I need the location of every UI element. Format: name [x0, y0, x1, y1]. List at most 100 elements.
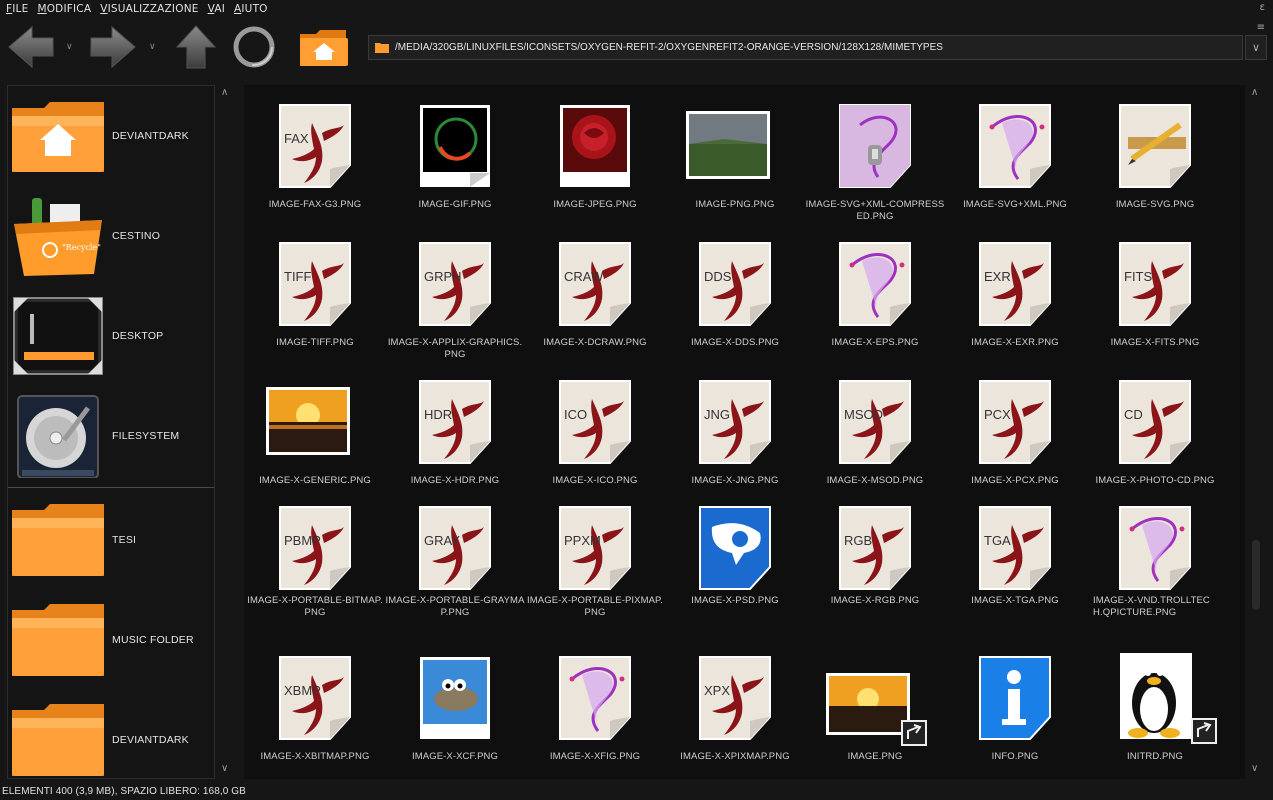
bird-file-icon: GRAY: [419, 506, 491, 590]
file-name: IMAGE-PNG.PNG: [695, 199, 775, 210]
location-bar[interactable]: /MEDIA/320GB/LINUXFILES/ICONSETS/OXYGEN-…: [368, 35, 1243, 60]
bird-file-icon: PCX: [979, 380, 1051, 464]
menu-file[interactable]: FILE: [6, 3, 28, 15]
file-name: IMAGE-FAX-G3.PNG: [268, 199, 362, 210]
bird-file-icon: TGA: [979, 506, 1051, 590]
place-music-folder[interactable]: MUSIC FOLDER: [8, 590, 214, 690]
scrollbar-thumb[interactable]: [1252, 540, 1260, 610]
places-scrollbar[interactable]: ∧ ∨: [218, 85, 235, 779]
sunset-link-file-icon: [826, 673, 927, 746]
svg-text:FAX: FAX: [284, 131, 309, 146]
folder-icon: [12, 604, 104, 676]
desktop-icon: [13, 297, 103, 375]
svg-text:XPX: XPX: [704, 683, 730, 698]
back-button[interactable]: [6, 24, 56, 70]
svg-text:DDS: DDS: [704, 269, 732, 284]
file-name: IMAGE-TIFF.PNG: [276, 337, 354, 348]
file-name: IMAGE-X-XFIG.PNG: [549, 751, 641, 762]
location-history-dropdown[interactable]: ∨: [1245, 35, 1267, 60]
sunset-file-icon: [266, 387, 350, 455]
scroll-up-icon[interactable]: ∧: [221, 87, 228, 98]
folder-icon: [12, 504, 104, 576]
svg-text:TIFF: TIFF: [284, 269, 311, 284]
file-name: IMAGE-X-GENERIC.PNG: [259, 475, 371, 486]
svg-text:PCX: PCX: [984, 407, 1011, 422]
file-name: IMAGE-X-HDR.PNG: [410, 475, 500, 486]
file-name: IMAGE-X-PORTABLE-BITMAP.PNG: [247, 595, 383, 618]
svg-text:"Recycle": "Recycle": [62, 243, 101, 252]
file-name: IMAGE-X-DDS.PNG: [690, 337, 780, 348]
svg-text:EXR: EXR: [984, 269, 1011, 284]
menu-vai[interactable]: VAI: [208, 3, 225, 15]
file-name: INFO.PNG: [991, 751, 1039, 762]
file-view: FAX IMAGE-FAX-G3.PNG IMAGE-GIF.PNG IMAGE-JP…: [244, 85, 1245, 779]
file-name: IMAGE-X-APPLIX-GRAPHICS.PNG: [387, 337, 523, 360]
bird-file-icon: ICO: [559, 380, 631, 464]
place-filesystem[interactable]: FILESYSTEM: [8, 386, 214, 486]
up-arrow-icon: [175, 25, 217, 69]
home-button[interactable]: [298, 24, 350, 70]
file-name: IMAGE-X-PHOTO-CD.PNG: [1095, 475, 1215, 486]
place-label: TESI: [112, 534, 137, 546]
pencil-file-icon: [1119, 104, 1191, 188]
place-deviantdark-home[interactable]: DEVIANTDARK: [8, 86, 214, 186]
scroll-up-icon[interactable]: ∧: [1251, 87, 1258, 98]
folder-icon: [375, 43, 389, 53]
file-name: IMAGE-X-XPIXMAP.PNG: [680, 751, 790, 762]
bird-file-icon: MSOD: [839, 380, 911, 464]
file-name: IMAGE.PNG: [847, 751, 903, 762]
svg-text:ICO: ICO: [564, 407, 587, 422]
bird-file-icon: CD: [1119, 380, 1191, 464]
place-deviantdark[interactable]: DEVIANTDARK: [8, 690, 214, 778]
bird-file-icon: TIFF: [279, 242, 351, 326]
bird-file-icon: XPX: [699, 656, 771, 740]
home-folder-icon: [300, 30, 348, 66]
tux-file-icon: [1120, 653, 1217, 744]
menu-bar: FILE MODIFICA VISUALIZZAZIONE VAI AIUTO: [0, 0, 1273, 18]
up-button[interactable]: [174, 23, 218, 71]
file-name: IMAGE-X-XBITMAP.PNG: [260, 751, 370, 762]
forward-dropdown-icon[interactable]: ∨: [149, 42, 156, 52]
file-name: IMAGE-X-JNG.PNG: [691, 475, 779, 486]
svg-text:RGB: RGB: [844, 533, 872, 548]
menu-visualizzazione[interactable]: VISUALIZZAZIONE: [100, 3, 198, 15]
file-name: IMAGE-X-DCRAW.PNG: [543, 337, 647, 348]
svgz-file-icon: [839, 104, 911, 188]
scroll-down-icon[interactable]: ∨: [221, 763, 228, 774]
status-text: ELEMENTI 400 (3,9 MB), SPAZIO LIBERO: 16…: [2, 786, 246, 797]
place-tesi[interactable]: TESI: [8, 490, 214, 590]
place-label: DEVIANTDARK: [112, 734, 189, 746]
window-close-icon[interactable]: ε: [1260, 2, 1265, 13]
svg-text:TGA: TGA: [984, 533, 1011, 548]
menu-modifica[interactable]: MODIFICA: [37, 3, 91, 15]
place-desktop[interactable]: DESKTOP: [8, 286, 214, 386]
bird-file-icon: EXR: [979, 242, 1051, 326]
file-scrollbar[interactable]: ∧ ∨: [1248, 85, 1265, 779]
forward-button[interactable]: [88, 24, 138, 70]
info-file-icon: [979, 656, 1051, 740]
place-label: FILESYSTEM: [112, 430, 180, 442]
scroll-down-icon[interactable]: ∨: [1251, 763, 1258, 774]
reload-icon: [233, 26, 275, 68]
file-name: IMAGE-GIF.PNG: [418, 199, 492, 210]
file-name: IMAGE-X-FITS.PNG: [1110, 337, 1200, 348]
reload-button[interactable]: [230, 23, 278, 71]
bird-file-icon: XBMP: [279, 656, 351, 740]
file-name: IMAGE-SVG+XML.PNG: [963, 199, 1067, 210]
bird-file-icon: RGB: [839, 506, 911, 590]
back-dropdown-icon[interactable]: ∨: [66, 42, 73, 52]
location-path[interactable]: /MEDIA/320GB/LINUXFILES/ICONSETS/OXYGEN-…: [395, 42, 943, 53]
place-label: MUSIC FOLDER: [112, 634, 194, 646]
place-cestino[interactable]: "Recycle" CESTINO: [8, 186, 214, 286]
bird-file-icon: FITS: [1119, 242, 1191, 326]
file-name: IMAGE-X-PORTABLE-GRAYMAP.PNG: [385, 595, 525, 618]
bird-file-icon: CRAW: [559, 242, 631, 326]
menu-aiuto[interactable]: AIUTO: [234, 3, 268, 15]
place-label: DESKTOP: [112, 330, 164, 342]
place-label: CESTINO: [112, 230, 161, 242]
file-name: IMAGE-X-PORTABLE-PIXMAP.PNG: [527, 595, 663, 618]
file-name: IMAGE-JPEG.PNG: [553, 199, 637, 210]
back-arrow-icon: [8, 25, 54, 69]
bird-file-icon: HDR: [419, 380, 491, 464]
svg-text:XBMP: XBMP: [284, 683, 321, 698]
